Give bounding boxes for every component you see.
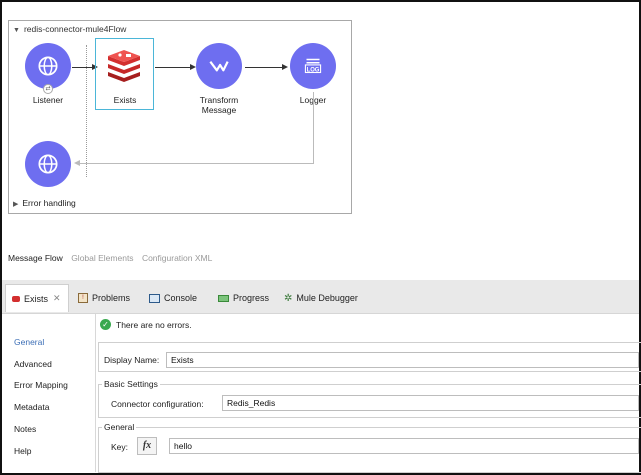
error-handling-toggle[interactable]: ▶ Error handling xyxy=(13,198,76,208)
arrow-head-icon xyxy=(74,160,80,166)
general-title: General xyxy=(102,422,137,432)
return-path xyxy=(78,163,314,164)
tab-message-flow[interactable]: Message Flow xyxy=(8,253,63,263)
expand-caret-icon: ▶ xyxy=(13,201,19,208)
console-icon xyxy=(149,293,160,303)
connector-config-label: Connector configuration: xyxy=(111,399,204,409)
check-icon: ✓ xyxy=(100,319,111,330)
close-icon[interactable]: ✕ xyxy=(53,293,61,304)
panel-divider xyxy=(95,314,96,472)
editor-tabs: Message Flow Global Elements Configurati… xyxy=(8,253,218,263)
globe-icon xyxy=(38,154,58,174)
flow-title[interactable]: ▼ redis-connector-mule4Flow xyxy=(13,24,126,34)
key-field[interactable]: hello xyxy=(169,438,639,454)
progress-icon xyxy=(218,294,229,302)
transform-message-node[interactable] xyxy=(196,43,242,89)
exists-node[interactable] xyxy=(106,50,142,84)
bug-icon: ✲ xyxy=(284,292,293,304)
basic-settings-title: Basic Settings xyxy=(102,379,160,389)
logger-node[interactable]: LOG xyxy=(290,43,336,89)
return-path xyxy=(313,92,314,164)
flow-arrow xyxy=(245,67,283,68)
flow-source-divider xyxy=(86,45,87,177)
problems-icon: ! xyxy=(78,293,88,303)
tab-exists[interactable]: Exists ✕ xyxy=(5,284,69,312)
exists-label: Exists xyxy=(113,95,137,105)
logger-icon: LOG xyxy=(304,58,322,73)
transform-label: Transform Message xyxy=(199,95,239,115)
sidebar-item-error-mapping[interactable]: Error Mapping xyxy=(14,380,68,390)
transform-icon xyxy=(209,61,229,72)
expression-toggle-button[interactable]: fx xyxy=(137,437,157,455)
key-label: Key: xyxy=(111,442,129,452)
redis-icon xyxy=(12,295,20,302)
flow-arrow xyxy=(72,67,93,68)
display-name-field[interactable]: Exists xyxy=(166,352,639,368)
tab-console[interactable]: Console xyxy=(149,288,197,308)
response-node[interactable] xyxy=(25,141,71,187)
sidebar-item-metadata[interactable]: Metadata xyxy=(14,402,49,412)
source-badge-icon: ⇄ xyxy=(43,84,53,94)
validation-status: ✓ There are no errors. xyxy=(100,319,192,330)
display-name-label: Display Name: xyxy=(104,355,160,365)
tab-configuration-xml[interactable]: Configuration XML xyxy=(142,253,212,263)
redis-icon xyxy=(108,50,140,82)
sidebar-item-general[interactable]: General xyxy=(14,337,44,347)
collapse-caret-icon[interactable]: ▼ xyxy=(13,27,20,34)
sidebar-item-help[interactable]: Help xyxy=(14,446,31,456)
listener-node[interactable] xyxy=(25,43,71,89)
connector-config-select[interactable]: Redis_Redis xyxy=(222,395,639,411)
tab-mule-debugger[interactable]: ✲ Mule Debugger xyxy=(284,288,358,308)
sidebar-item-advanced[interactable]: Advanced xyxy=(14,359,52,369)
tab-progress[interactable]: Progress xyxy=(218,288,269,308)
tab-problems[interactable]: ! Problems xyxy=(78,288,130,308)
listener-label: Listener xyxy=(32,95,64,105)
flow-arrow xyxy=(155,67,191,68)
arrow-head-icon xyxy=(282,64,288,70)
svg-text:LOG: LOG xyxy=(307,67,320,73)
sidebar-item-notes[interactable]: Notes xyxy=(14,424,36,434)
tab-global-elements[interactable]: Global Elements xyxy=(71,253,133,263)
globe-icon xyxy=(38,56,58,76)
